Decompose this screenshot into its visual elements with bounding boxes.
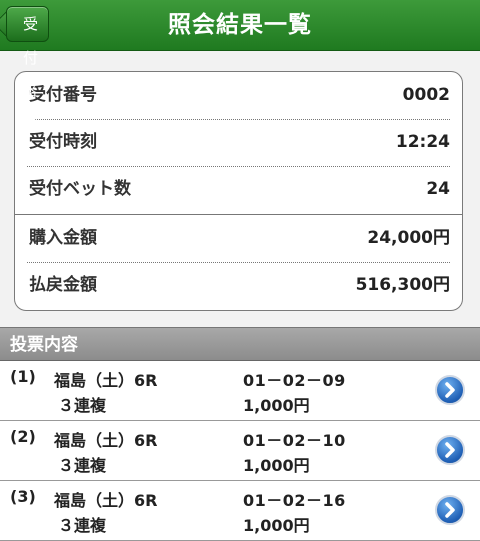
bet-combination: 01－02－16 <box>243 491 346 510</box>
summary-label: 購入金額 <box>29 228 97 248</box>
section-header-bet-contents: 投票内容 <box>0 327 480 361</box>
bet-type: ３連複 <box>58 396 107 415</box>
bet-list-item[interactable]: (2) 福島（土）6R ３連複 01－02－10 1,000円 <box>0 421 480 481</box>
chevron-right-icon[interactable] <box>435 435 465 465</box>
summary-row-payout-amount: 払戻金額 516,300円 <box>27 262 450 309</box>
bet-amount: 1,000円 <box>243 516 310 535</box>
bet-race: 福島（土）6R <box>54 491 158 510</box>
bet-index: (3) <box>10 487 36 506</box>
back-button[interactable]: 受付番号 <box>6 6 50 135</box>
summary-label: 受付ベット数 <box>29 179 131 199</box>
page-title: 照会結果一覧 <box>168 12 312 38</box>
bet-list-item[interactable]: (3) 福島（土）6R ３連複 01－02－16 1,000円 <box>0 481 480 541</box>
summary-label: 受付時刻 <box>29 132 97 152</box>
summary-row-bet-count: 受付ベット数 24 <box>27 166 450 213</box>
bet-race: 福島（土）6R <box>54 431 158 450</box>
bet-combination: 01－02－09 <box>243 371 346 390</box>
summary-value: 24,000円 <box>367 228 450 248</box>
summary-label: 払戻金額 <box>29 275 97 295</box>
bet-type: ３連複 <box>58 516 107 535</box>
summary-label: 受付番号 <box>29 85 97 105</box>
chevron-right-icon[interactable] <box>435 375 465 405</box>
summary-card: 受付番号 0002 受付時刻 12:24 受付ベット数 24 購入金額 24,0… <box>14 71 463 311</box>
bet-list-item[interactable]: (1) 福島（土）6R ３連複 01－02－09 1,000円 <box>0 361 480 421</box>
bet-amount: 1,000円 <box>243 396 310 415</box>
bet-type: ３連複 <box>58 456 107 475</box>
summary-value: 516,300円 <box>355 275 450 295</box>
summary-row-receipt-number: 受付番号 0002 <box>27 72 450 119</box>
bet-index: (2) <box>10 427 36 446</box>
summary-value: 24 <box>426 179 450 199</box>
bet-index: (1) <box>10 367 36 386</box>
summary-row-purchase-amount: 購入金額 24,000円 <box>27 215 450 262</box>
bet-amount: 1,000円 <box>243 456 310 475</box>
bet-combination: 01－02－10 <box>243 431 346 450</box>
summary-value: 0002 <box>402 85 450 105</box>
chevron-right-icon[interactable] <box>435 495 465 525</box>
summary-value: 12:24 <box>395 132 450 152</box>
top-bar: 受付番号 照会結果一覧 <box>0 0 480 135</box>
bet-race: 福島（土）6R <box>54 371 158 390</box>
summary-row-receipt-time: 受付時刻 12:24 <box>27 119 450 166</box>
